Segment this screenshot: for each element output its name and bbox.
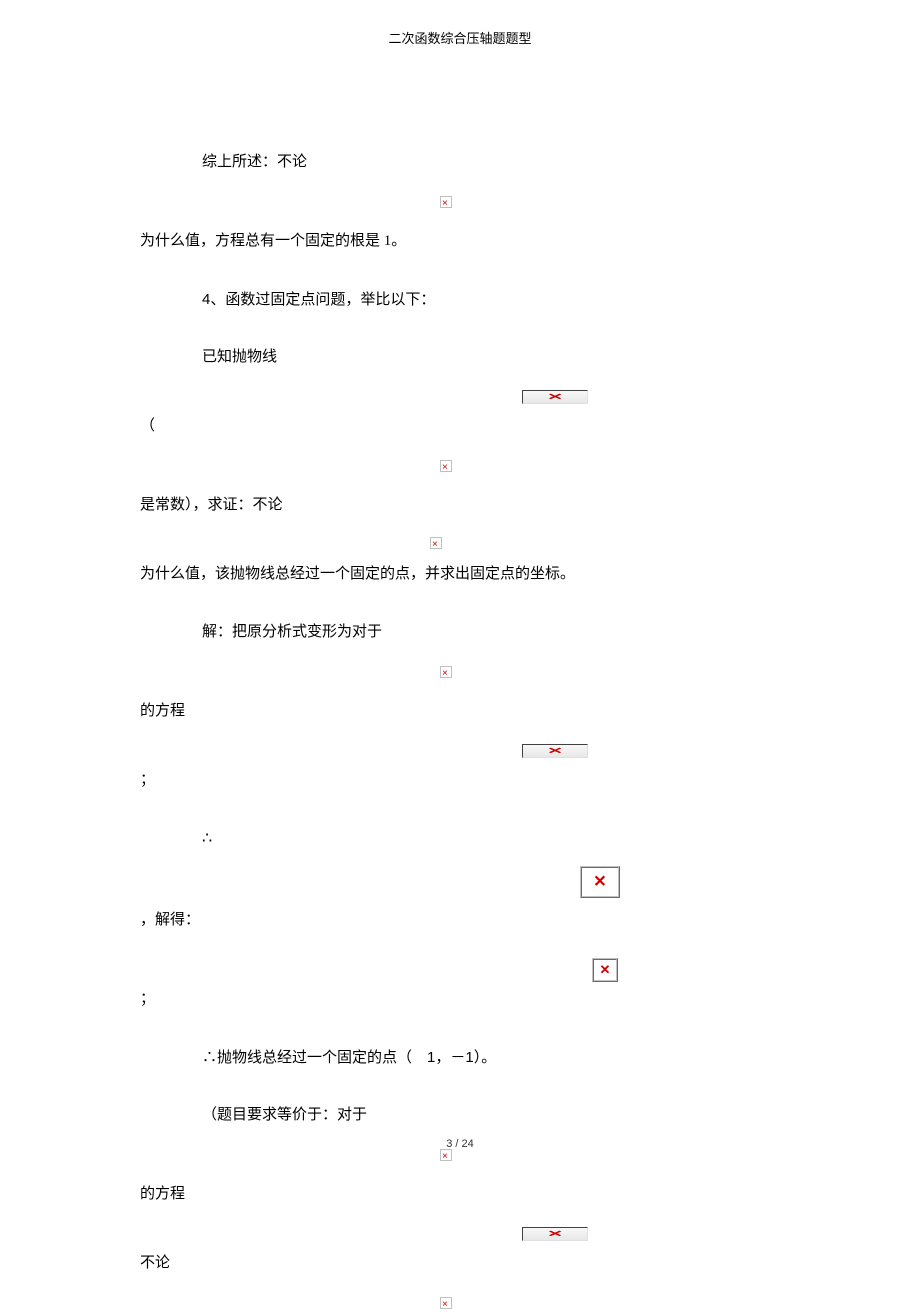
text-line: 是常数），求证：不论 xyxy=(140,493,780,519)
img-placeholder-row xyxy=(140,190,780,216)
page-footer: 3 / 24 xyxy=(0,1135,920,1154)
text: 综上所述：不论 xyxy=(202,154,307,170)
img-placeholder-row xyxy=(140,531,780,557)
text: 不论 xyxy=(140,1255,170,1271)
text-line: 不论 xyxy=(140,1251,780,1277)
text: ）。 xyxy=(474,1050,497,1066)
text-line: 的方程 xyxy=(140,1182,780,1208)
text: 、函数过固定点问题，举比以下： xyxy=(210,292,435,308)
img-placeholder-row xyxy=(140,659,780,685)
broken-image-icon xyxy=(592,958,618,982)
text-line: ∴ xyxy=(140,825,780,852)
text: ； xyxy=(140,772,155,788)
document-body: 综上所述：不论 为什么值，方程总有一个固定的根是 1。 4、函数过固定点问题，举… xyxy=(0,50,920,1316)
broken-image-icon xyxy=(580,866,620,898)
text: 解：把原分析式变形为对于 xyxy=(202,624,382,640)
header-title: 二次函数综合压轴题题型 xyxy=(388,31,531,46)
broken-image-icon xyxy=(440,666,452,678)
text: 是常数），求证：不论 xyxy=(140,497,283,513)
text-line: 为什么值，方程总有一个固定的根是 1。 xyxy=(140,229,780,255)
page-total: 24 xyxy=(462,1138,474,1150)
img-placeholder-row xyxy=(140,1291,780,1316)
text-line: 的方程 xyxy=(140,699,780,725)
text: 的方程 xyxy=(140,1186,185,1202)
text-line: ； xyxy=(140,987,780,1013)
text-line: （ xyxy=(140,414,780,440)
img-placeholder-row xyxy=(140,738,780,764)
img-placeholder-row xyxy=(140,385,780,411)
text: ； xyxy=(140,991,155,1007)
broken-image-icon xyxy=(440,460,452,472)
page-number: 3 xyxy=(446,1138,452,1150)
broken-image-icon xyxy=(522,744,588,758)
text: 为什么值，方程总有一个固定的根是 1。 xyxy=(140,233,406,249)
text: ∴抛物线总经过一个固定的点（ xyxy=(202,1050,412,1066)
text-line: （题目要求等价于：对于 xyxy=(140,1103,780,1129)
text-line: 解：把原分析式变形为对于 xyxy=(140,620,780,646)
img-placeholder-row xyxy=(140,958,780,984)
text-line: ，解得： xyxy=(140,908,780,934)
text-line: 4、函数过固定点问题，举比以下： xyxy=(140,287,780,314)
text-line: ∴抛物线总经过一个固定的点（ 1，－1）。 xyxy=(140,1045,780,1072)
text: 的方程 xyxy=(140,703,185,719)
broken-image-icon xyxy=(430,537,442,549)
text: （ xyxy=(140,418,155,434)
text-line: ； xyxy=(140,768,780,794)
therefore-symbol: ∴ xyxy=(202,830,212,847)
text: 已知抛物线 xyxy=(202,349,277,365)
page-sep: / xyxy=(455,1138,458,1150)
broken-image-icon xyxy=(440,1297,452,1309)
img-placeholder-row xyxy=(140,454,780,480)
broken-image-icon xyxy=(522,1227,588,1241)
text: 为什么值，该抛物线总经过一个固定的点，并求出固定点的坐标。 xyxy=(140,566,575,582)
text-line: 为什么值，该抛物线总经过一个固定的点，并求出固定点的坐标。 xyxy=(140,562,780,588)
broken-image-icon xyxy=(522,390,588,404)
img-placeholder-row xyxy=(140,866,780,898)
page-header: 二次函数综合压轴题题型 xyxy=(0,0,920,50)
text: ，－ xyxy=(435,1050,465,1066)
text: ，解得： xyxy=(140,912,200,928)
text-line: 已知抛物线 xyxy=(140,345,780,371)
text-line: 综上所述：不论 xyxy=(140,150,780,176)
text-number: 1 xyxy=(465,1049,473,1066)
img-placeholder-row xyxy=(140,1222,780,1248)
broken-image-icon xyxy=(440,196,452,208)
text: （题目要求等价于：对于 xyxy=(202,1107,367,1123)
